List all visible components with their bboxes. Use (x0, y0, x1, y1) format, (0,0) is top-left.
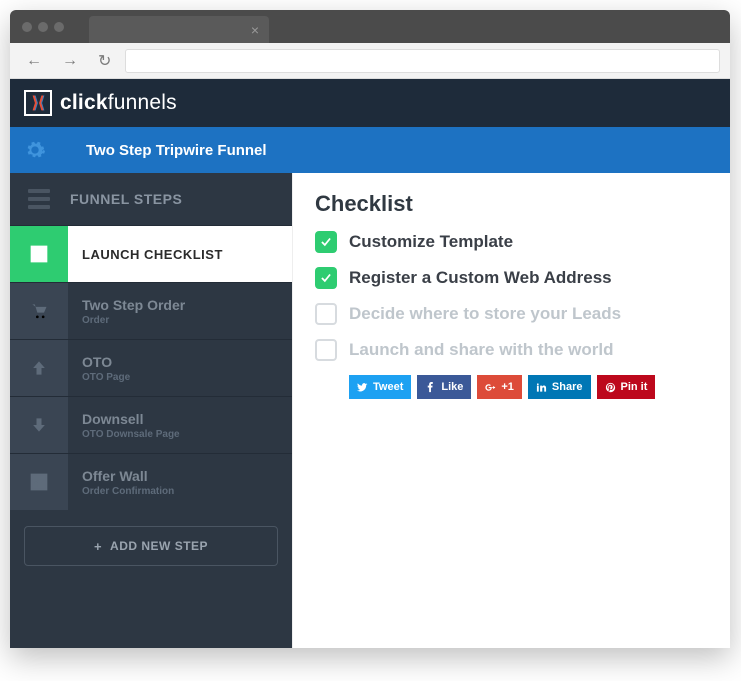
sidebar-item-offer-wall[interactable]: Offer Wall Order Confirmation (10, 454, 292, 510)
sidebar-item-sub: OTO Page (82, 372, 130, 383)
gear-icon[interactable] (24, 139, 46, 161)
hamburger-icon (28, 189, 50, 209)
url-bar[interactable] (125, 49, 720, 73)
like-label: Like (441, 381, 463, 393)
sidebar-item-label: OTO (82, 354, 130, 370)
checklist-item-launch-share[interactable]: Launch and share with the world (315, 339, 708, 361)
check-icon (10, 226, 68, 282)
reload-button[interactable]: ↻ (92, 47, 117, 75)
facebook-like-button[interactable]: Like (417, 375, 471, 399)
checkbox-unchecked-icon (315, 303, 337, 325)
checkbox-checked-icon (315, 231, 337, 253)
plus-label: +1 (501, 381, 514, 393)
arrow-down-icon (10, 397, 68, 453)
pin-label: Pin it (621, 381, 648, 393)
sidebar-header[interactable]: FUNNEL STEPS (10, 173, 292, 225)
checklist-item-store-leads[interactable]: Decide where to store your Leads (315, 303, 708, 325)
sidebar-item-two-step-order[interactable]: Two Step Order Order (10, 283, 292, 339)
checkbox-unchecked-icon (315, 339, 337, 361)
sidebar-item-oto[interactable]: OTO OTO Page (10, 340, 292, 396)
check-box-icon (10, 454, 68, 510)
tweet-label: Tweet (373, 381, 403, 393)
app-body: FUNNEL STEPS LAUNCH CHECKLIST Two Step O… (10, 173, 730, 648)
share-buttons-row: Tweet Like +1 Share Pin it (349, 375, 708, 399)
maximize-window-dot[interactable] (54, 22, 64, 32)
funnel-bar: Two Step Tripwire Funnel (10, 127, 730, 173)
checklist-title: Checklist (315, 191, 708, 217)
tweet-button[interactable]: Tweet (349, 375, 411, 399)
plus-icon: + (94, 539, 102, 554)
sidebar-item-launch-checklist[interactable]: LAUNCH CHECKLIST (10, 226, 292, 282)
sidebar-item-label: Offer Wall (82, 468, 174, 484)
back-button[interactable]: ← (20, 48, 48, 74)
linkedin-share-button[interactable]: Share (528, 375, 591, 399)
pinterest-pin-button[interactable]: Pin it (597, 375, 656, 399)
sidebar-item-label: LAUNCH CHECKLIST (82, 247, 223, 262)
brand-text: clickfunnels (60, 91, 177, 115)
brand-part1: click (60, 91, 108, 114)
arrow-up-icon (10, 340, 68, 396)
checklist-item-label: Customize Template (349, 232, 513, 252)
cart-icon (10, 283, 68, 339)
browser-tab[interactable]: × (89, 16, 269, 43)
google-plus-button[interactable]: +1 (477, 375, 522, 399)
traffic-lights (10, 22, 64, 32)
checklist-item-label: Register a Custom Web Address (349, 268, 612, 288)
sidebar-item-downsell[interactable]: Downsell OTO Downsale Page (10, 397, 292, 453)
close-window-dot[interactable] (22, 22, 32, 32)
checklist-item-register-address[interactable]: Register a Custom Web Address (315, 267, 708, 289)
funnel-title: Two Step Tripwire Funnel (86, 142, 267, 159)
checkbox-checked-icon (315, 267, 337, 289)
checklist-item-label: Launch and share with the world (349, 340, 613, 360)
app-header: ⟩⟨ clickfunnels (10, 79, 730, 127)
forward-button[interactable]: → (56, 48, 84, 74)
share-label: Share (552, 381, 583, 393)
close-tab-icon[interactable]: × (251, 22, 259, 38)
sidebar-header-label: FUNNEL STEPS (70, 191, 182, 207)
sidebar-item-sub: Order Confirmation (82, 486, 174, 497)
browser-titlebar: × (10, 10, 730, 43)
sidebar-item-label: Two Step Order (82, 297, 185, 313)
checklist-item-label: Decide where to store your Leads (349, 304, 621, 324)
browser-toolbar: ← → ↻ (10, 43, 730, 79)
logo-icon: ⟩⟨ (24, 90, 52, 116)
sidebar-item-label: Downsell (82, 411, 180, 427)
main-panel: Checklist Customize Template Register a … (292, 173, 730, 648)
browser-window: × ← → ↻ ⟩⟨ clickfunnels Two Step Tripwir… (10, 10, 730, 648)
minimize-window-dot[interactable] (38, 22, 48, 32)
sidebar: FUNNEL STEPS LAUNCH CHECKLIST Two Step O… (10, 173, 292, 648)
sidebar-item-sub: OTO Downsale Page (82, 429, 180, 440)
add-new-step-button[interactable]: + ADD NEW STEP (24, 526, 278, 566)
sidebar-item-sub: Order (82, 315, 185, 326)
brand-part2: funnels (108, 91, 177, 114)
checklist-item-customize-template[interactable]: Customize Template (315, 231, 708, 253)
add-step-label: ADD NEW STEP (110, 539, 208, 553)
